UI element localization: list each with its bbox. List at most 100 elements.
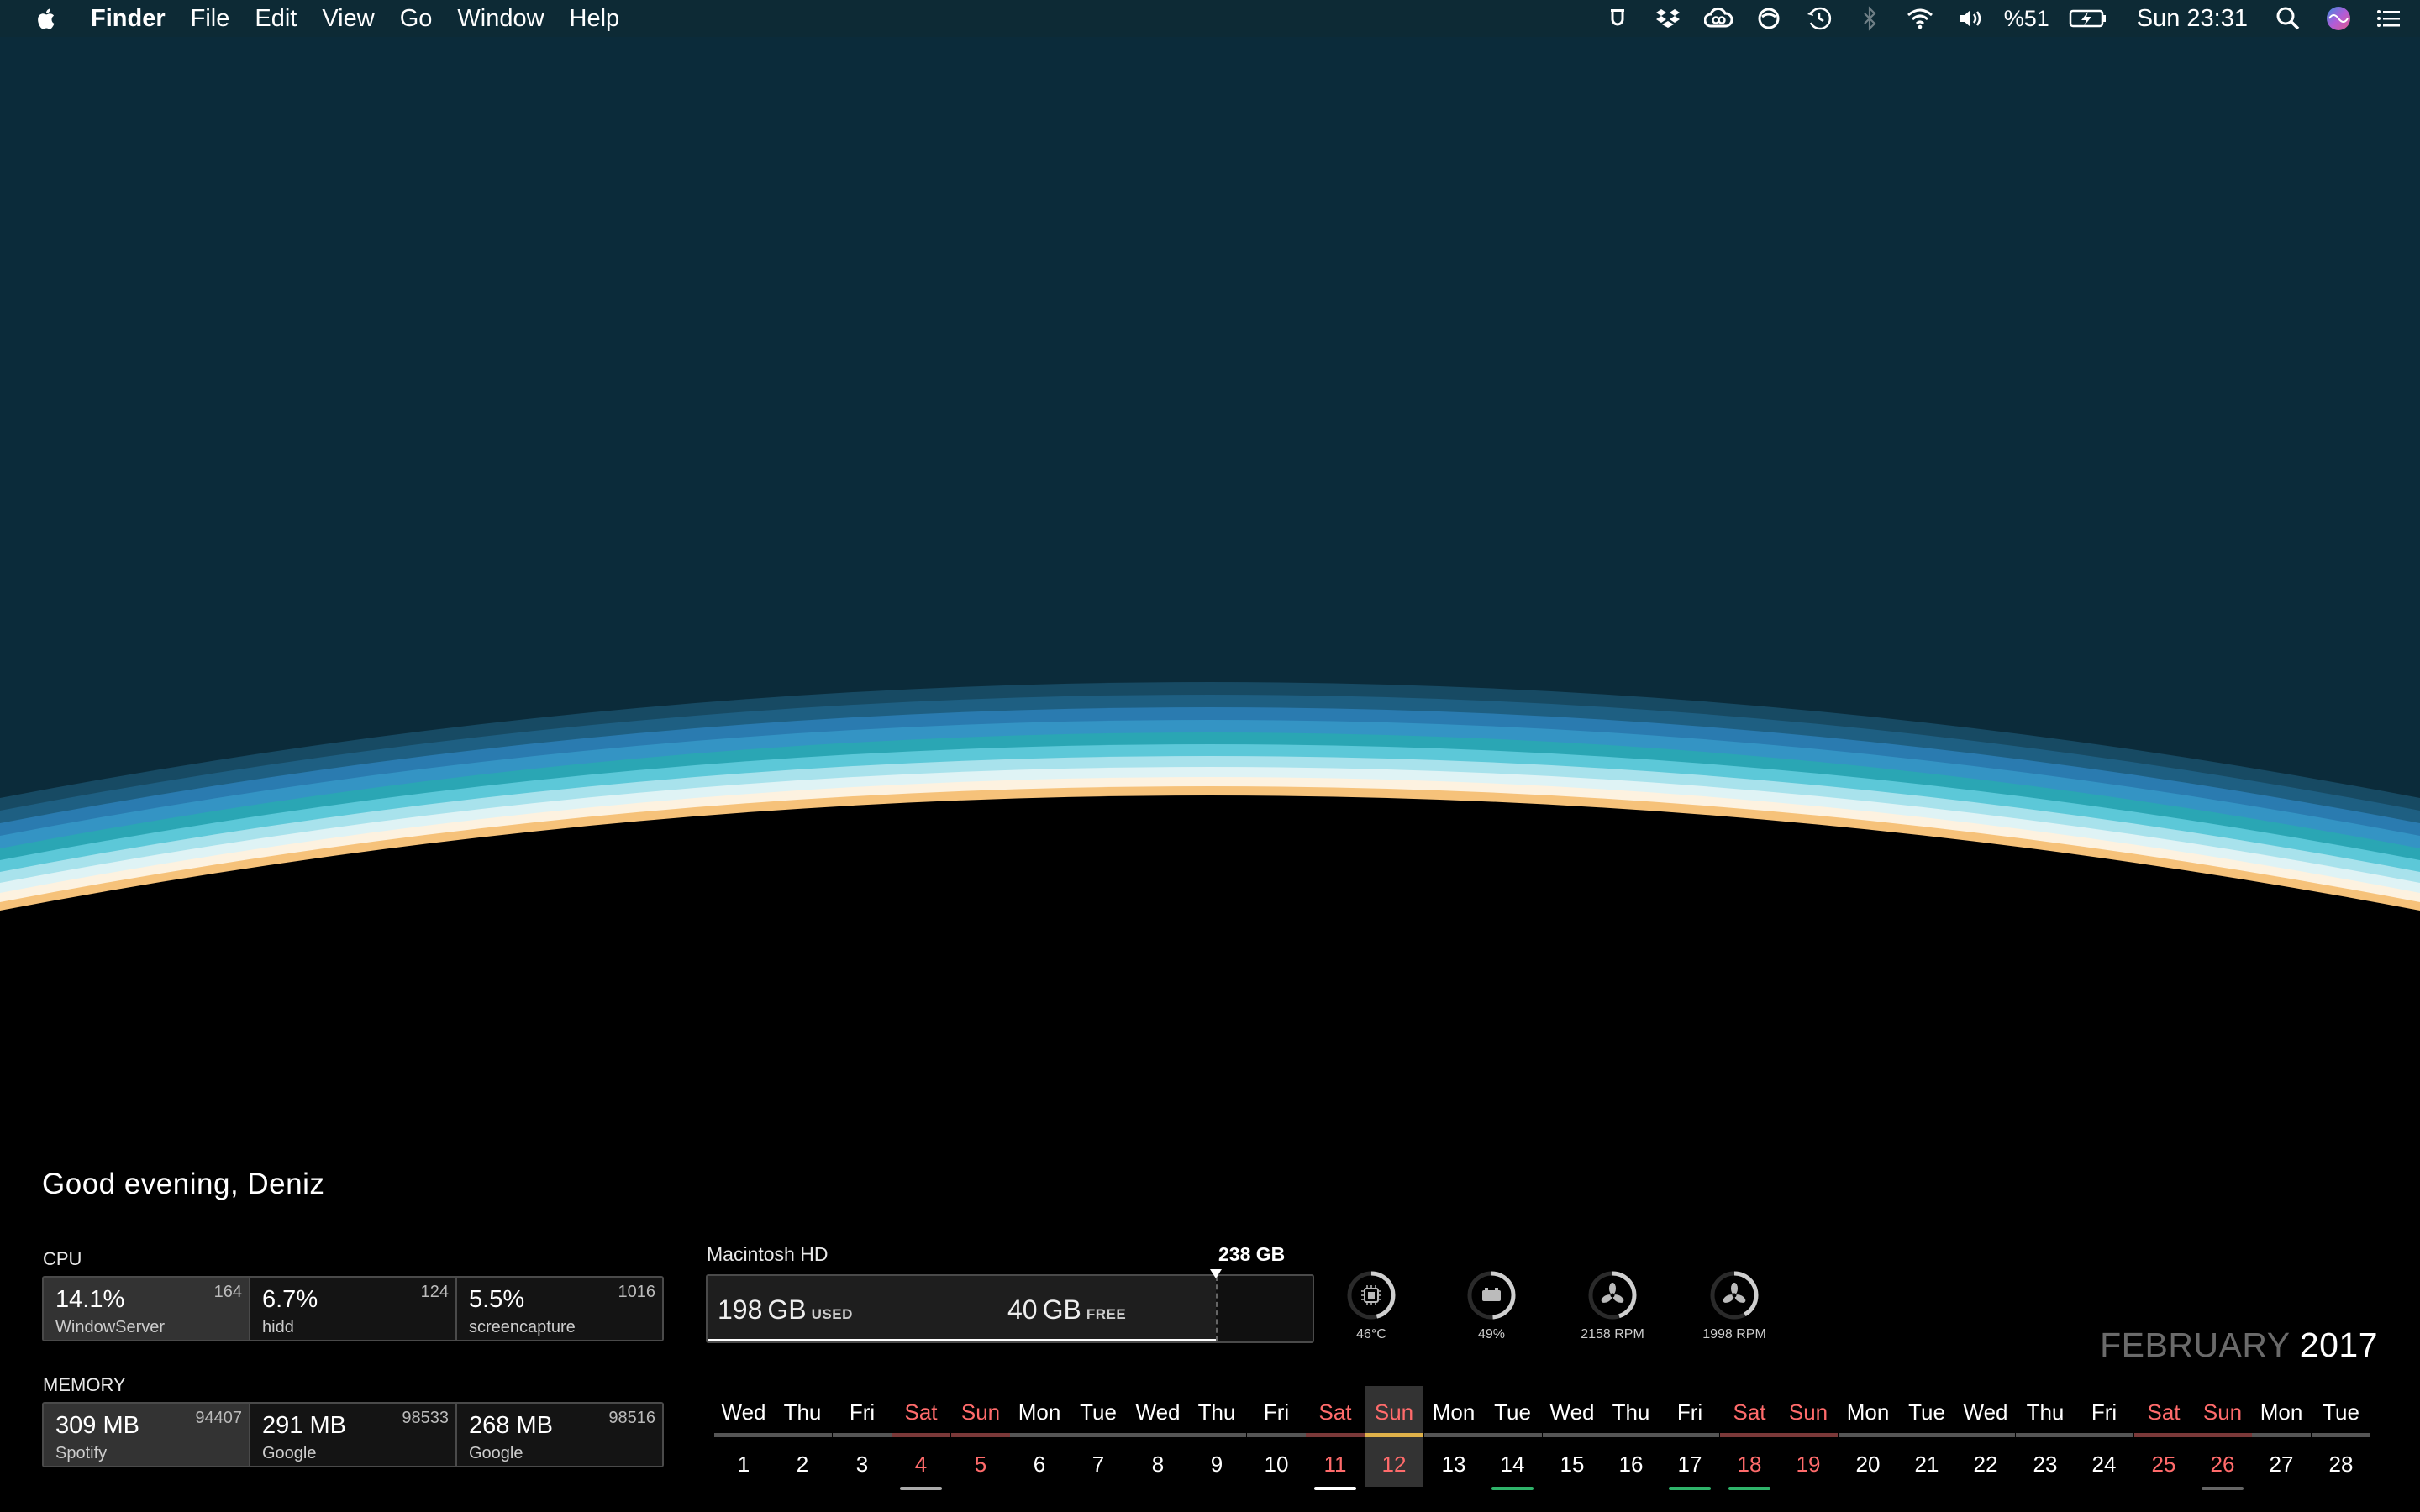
calendar-weekday: Fri — [849, 1399, 876, 1425]
bluetooth-icon[interactable] — [1855, 4, 1884, 33]
calendar-day[interactable]: Thu 2 — [773, 1386, 832, 1487]
dropbox-icon[interactable] — [1654, 4, 1682, 33]
menubar-clock[interactable]: Sun 23:31 — [2137, 5, 2248, 33]
siri-icon[interactable] — [2324, 4, 2353, 33]
calendar-day[interactable]: Fri 3 — [833, 1386, 892, 1487]
calendar-day[interactable]: Mon 6 — [1010, 1386, 1069, 1487]
disk-free-unit: GB — [1042, 1294, 1081, 1325]
calendar-day[interactable]: Wed 8 — [1128, 1386, 1187, 1487]
calendar-event-indicator[interactable] — [900, 1487, 942, 1490]
calendar-weekday: Sat — [1318, 1399, 1352, 1425]
calendar-day-divider — [2075, 1433, 2133, 1437]
calendar-day[interactable]: Tue 28 — [2312, 1386, 2370, 1487]
calendar-day[interactable]: Thu 16 — [1602, 1386, 1660, 1487]
apple-icon[interactable] — [34, 5, 60, 32]
memory-process[interactable]: 268 MB Google 98516 — [457, 1404, 662, 1466]
battery-charging-icon[interactable] — [2069, 4, 2107, 33]
umbrella-icon[interactable] — [1603, 4, 1632, 33]
disk-name: Macintosh HD — [707, 1243, 829, 1265]
calendar-day[interactable]: Sat 25 — [2134, 1386, 2193, 1487]
calendar-date: 22 — [1973, 1452, 1998, 1477]
calendar-day[interactable]: Mon 13 — [1424, 1386, 1483, 1487]
calendar-day[interactable]: Tue 21 — [1897, 1386, 1956, 1487]
calendar-month-title: FEBRUARY 2017 — [2100, 1326, 2378, 1365]
calendar-day[interactable]: Thu 23 — [2016, 1386, 2075, 1487]
calendar-weekday: Sat — [2147, 1399, 2181, 1425]
calendar-day-divider — [1365, 1433, 1423, 1437]
calendar-day[interactable]: Mon 27 — [2252, 1386, 2311, 1487]
calendar-date: 18 — [1737, 1452, 1762, 1477]
menu-help[interactable]: Help — [570, 0, 620, 37]
search-icon[interactable] — [2274, 4, 2302, 33]
calendar-date: 3 — [855, 1452, 869, 1477]
calendar-day[interactable]: Fri 10 — [1247, 1386, 1306, 1487]
calendar-day[interactable]: Thu 9 — [1187, 1386, 1246, 1487]
calendar-day[interactable]: Wed 22 — [1956, 1386, 2015, 1487]
battery-gauge[interactable]: 49% — [1458, 1268, 1525, 1342]
calendar-day[interactable]: Sun 26 — [2193, 1386, 2252, 1487]
battery-percent[interactable]: %51 — [2004, 6, 2049, 32]
memory-process[interactable]: 291 MB Google 98533 — [250, 1404, 457, 1466]
calendar-date: 5 — [974, 1452, 987, 1477]
calendar-day[interactable]: Tue 7 — [1069, 1386, 1128, 1487]
menu-edit[interactable]: Edit — [255, 0, 297, 37]
calendar-weekday: Sat — [904, 1399, 938, 1425]
time-machine-icon[interactable] — [1805, 4, 1833, 33]
creative-cloud-icon[interactable] — [1703, 4, 1733, 33]
calendar-day-divider — [1720, 1433, 1779, 1437]
calendar-event-indicator[interactable] — [1491, 1487, 1534, 1490]
calendar-day-divider — [892, 1433, 950, 1437]
disk-free-value: 40 — [1007, 1294, 1038, 1325]
menu-file[interactable]: File — [191, 0, 230, 37]
volume-icon[interactable] — [1956, 4, 1985, 33]
calendar-day[interactable]: Wed 1 — [714, 1386, 773, 1487]
fan-2-gauge[interactable]: 1998 RPM — [1701, 1268, 1768, 1342]
menu-window[interactable]: Window — [457, 0, 544, 37]
calendar-event-indicator[interactable] — [1669, 1487, 1711, 1490]
menu-view[interactable]: View — [322, 0, 374, 37]
calendar-day[interactable]: Sun 5 — [951, 1386, 1010, 1487]
notification-center-icon[interactable] — [2375, 4, 2403, 33]
menu-app-name[interactable]: Finder — [91, 0, 166, 37]
calendar-weekday: Thu — [1612, 1399, 1650, 1425]
cpu-process[interactable]: 6.7% hidd 124 — [250, 1278, 457, 1340]
calendar-weekday: Mon — [1432, 1399, 1476, 1425]
disk-used: 198 GB USED — [718, 1294, 853, 1326]
calendar-event-indicator[interactable] — [1728, 1487, 1770, 1490]
calendar-day-divider — [1483, 1433, 1542, 1437]
calendar-weekday: Sun — [1374, 1399, 1414, 1425]
memory-process[interactable]: 309 MB Spotify 94407 — [44, 1404, 250, 1466]
calendar-day[interactable]: Wed 15 — [1543, 1386, 1602, 1487]
calendar-weekday: Thu — [2026, 1399, 2065, 1425]
calendar-day[interactable]: Sat 18 — [1720, 1386, 1779, 1487]
wifi-icon[interactable] — [1906, 4, 1934, 33]
cpu-temp-gauge[interactable]: 46°C — [1338, 1268, 1405, 1342]
cpu-process-usage: 5.5% — [469, 1286, 525, 1313]
calendar-day[interactable]: Fri 24 — [2075, 1386, 2133, 1487]
calendar-date: 7 — [1092, 1452, 1105, 1477]
calendar-date: 16 — [1618, 1452, 1644, 1477]
calendar-day[interactable]: Tue 14 — [1483, 1386, 1542, 1487]
calendar-date: 14 — [1500, 1452, 1525, 1477]
calendar-day[interactable]: Sun 19 — [1779, 1386, 1838, 1487]
cpu-process[interactable]: 14.1% WindowServer 164 — [44, 1278, 250, 1340]
cpu-temp-label: 46°C — [1356, 1327, 1386, 1341]
disk-used-unit: GB — [767, 1294, 807, 1325]
sync-icon[interactable] — [1754, 4, 1783, 33]
calendar-event-indicator[interactable] — [2202, 1487, 2244, 1490]
cpu-process[interactable]: 5.5% screencapture 1016 — [457, 1278, 662, 1340]
calendar-day[interactable]: Sun 12 — [1365, 1386, 1423, 1487]
calendar-day[interactable]: Fri 17 — [1660, 1386, 1719, 1487]
calendar-day-divider — [1069, 1433, 1128, 1437]
calendar-day[interactable]: Mon 20 — [1839, 1386, 1897, 1487]
cpu-process-name: screencapture — [469, 1318, 576, 1336]
calendar-day-divider — [1779, 1433, 1838, 1437]
calendar-event-indicator[interactable] — [1314, 1487, 1356, 1490]
disk-usage-bar[interactable]: 198 GB USED 40 GB FREE — [706, 1269, 1314, 1343]
menu-go[interactable]: Go — [400, 0, 433, 37]
fan-1-gauge[interactable]: 2158 RPM — [1579, 1268, 1646, 1342]
calendar-day[interactable]: Sat 11 — [1306, 1386, 1365, 1487]
calendar-weekday: Sun — [2202, 1399, 2243, 1425]
calendar-day[interactable]: Sat 4 — [892, 1386, 950, 1487]
calendar-date: 24 — [2091, 1452, 2117, 1477]
